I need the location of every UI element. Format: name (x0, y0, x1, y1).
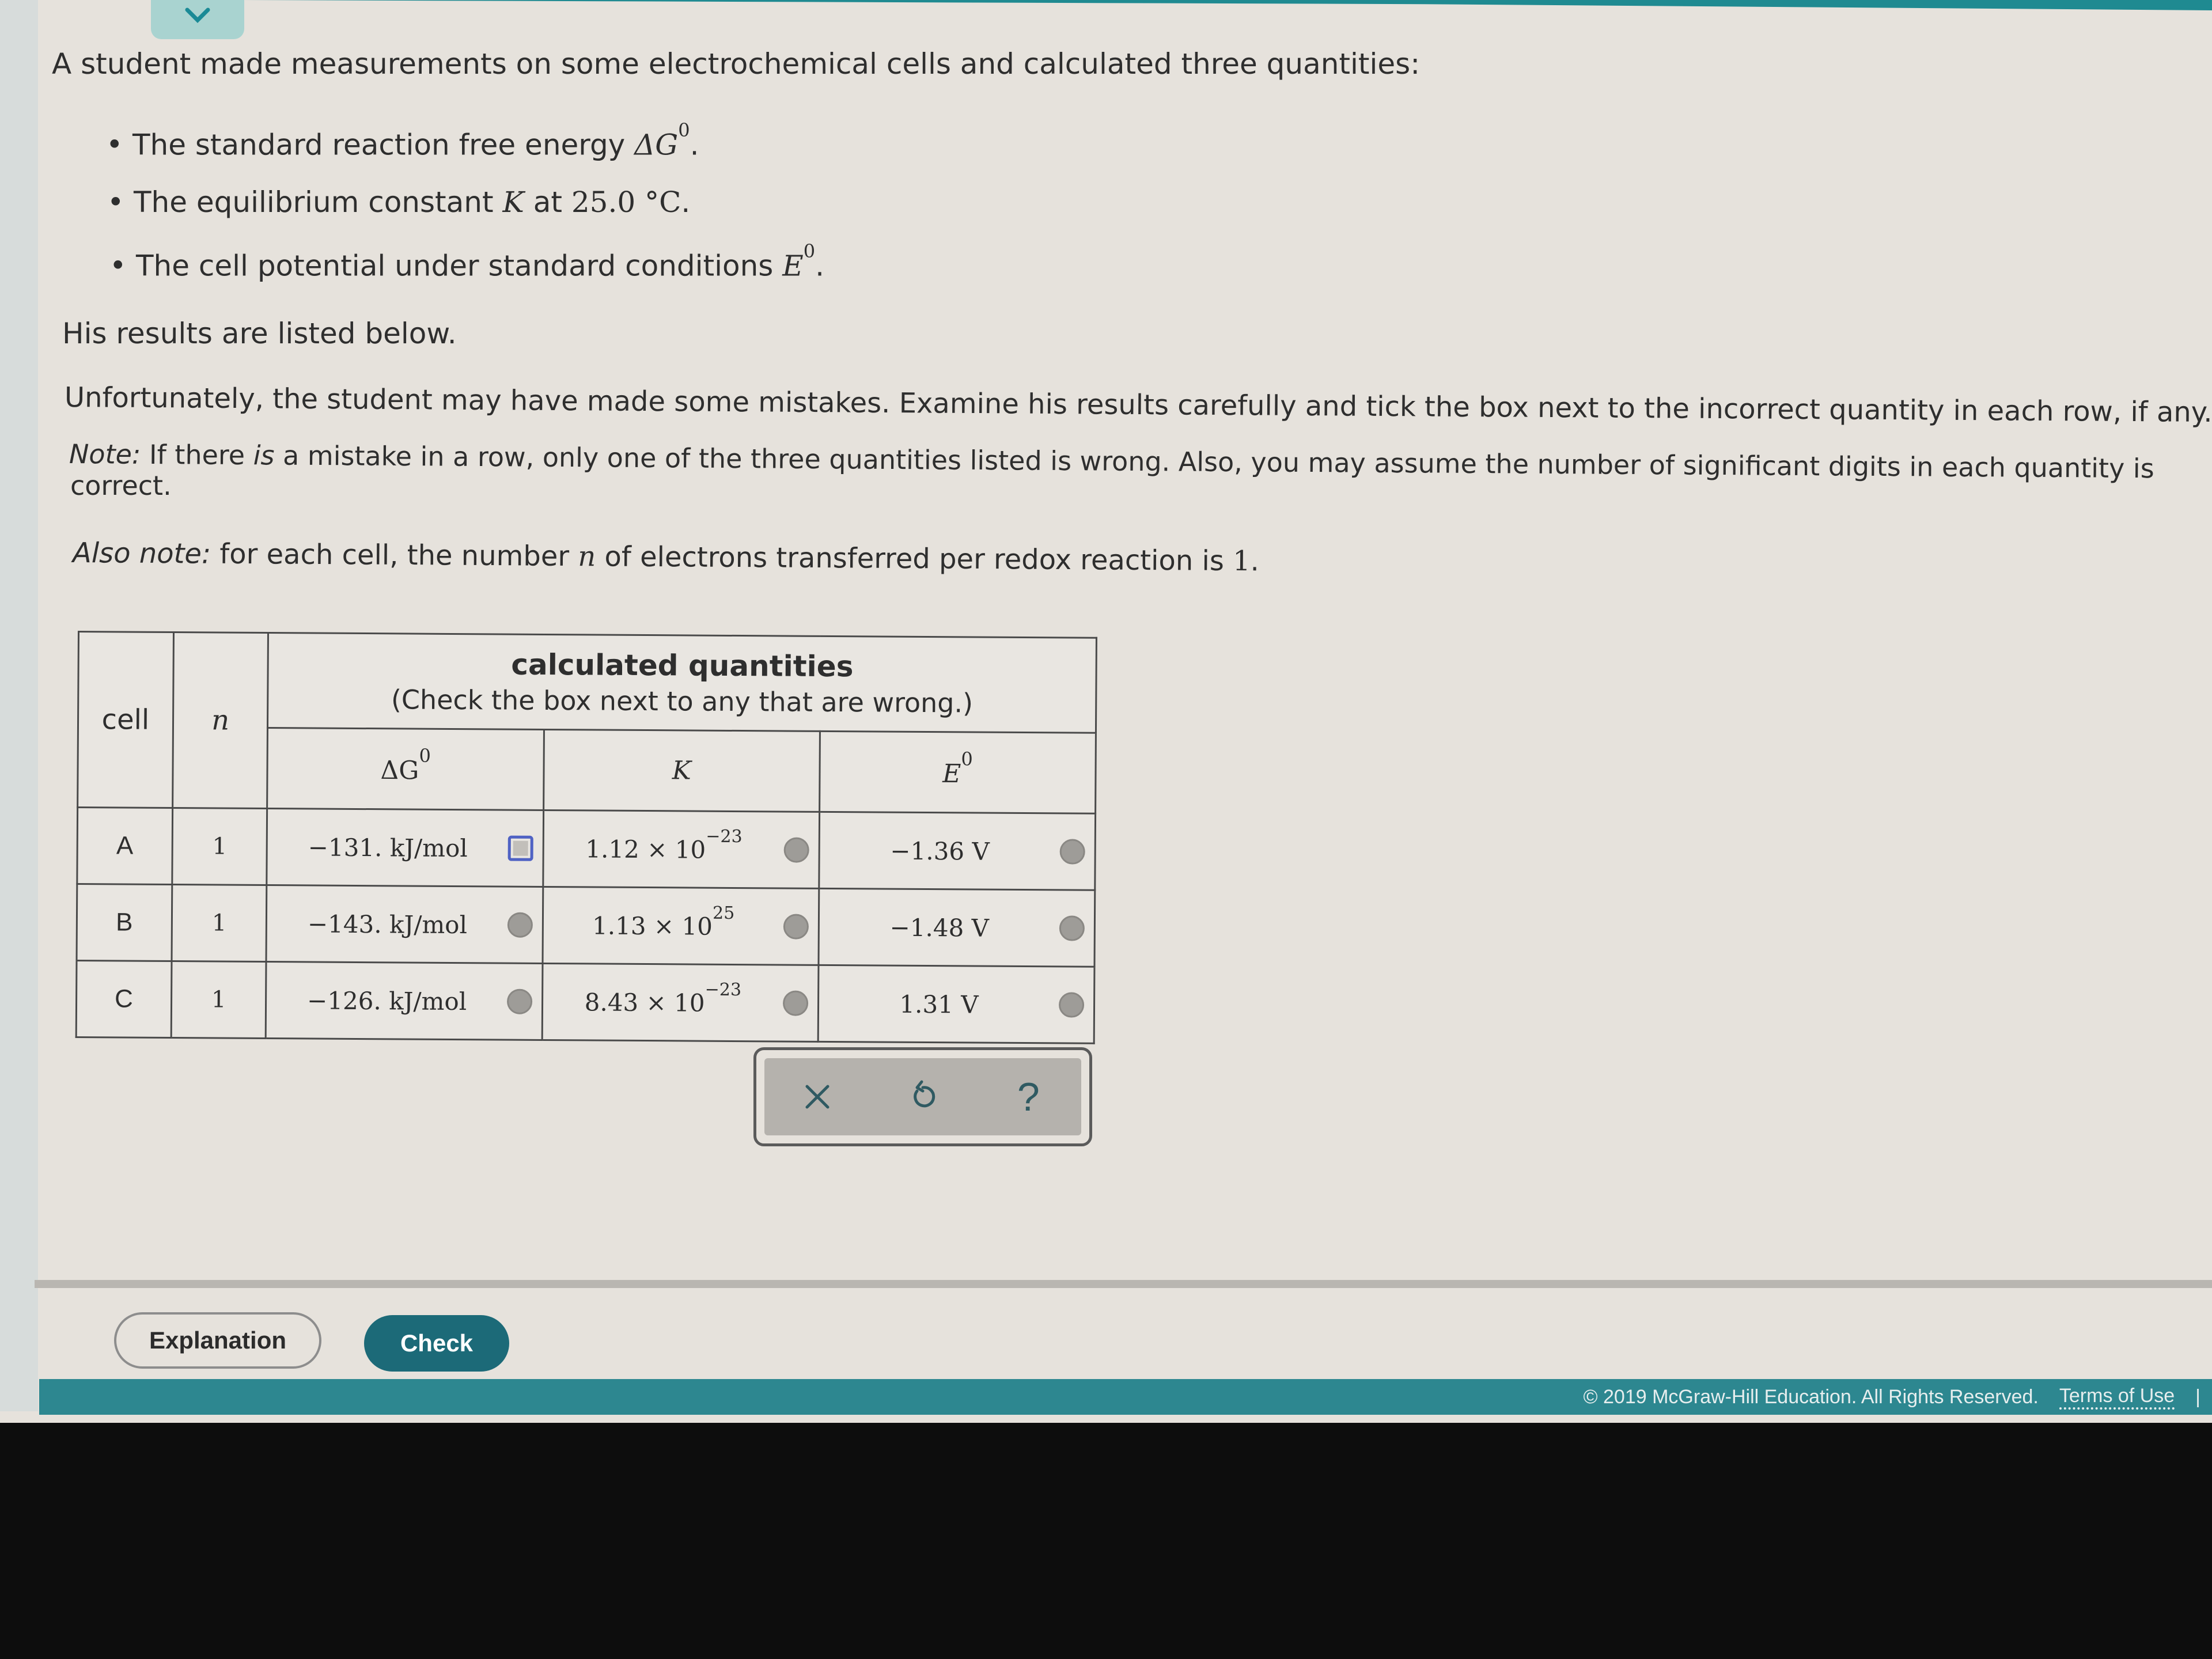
answer-toolbar: ? (753, 1047, 1092, 1146)
e-value: −1.48 V (889, 913, 990, 942)
e-checkbox[interactable] (1058, 992, 1085, 1018)
column-header-n: n (172, 632, 268, 809)
k-cell: 8.43 × 10−23 (541, 963, 819, 1042)
cell-n-value: 1 (171, 961, 267, 1039)
check-button[interactable]: Check (364, 1315, 509, 1372)
table-header-row: cell n calculated quantities (Check the … (77, 631, 1097, 809)
terms-of-use-link[interactable]: Terms of Use (2059, 1385, 2175, 1410)
undo-button[interactable] (897, 1071, 949, 1123)
delta-g-checkbox[interactable] (507, 835, 533, 861)
column-header-e: E0 (819, 731, 1096, 814)
close-icon (805, 1085, 830, 1109)
delta-g-value: −131. kJ/mol (308, 832, 468, 862)
cell-label: B (77, 884, 172, 961)
k-value: 1.13 × 1025 (592, 903, 735, 941)
column-header-k: K (543, 729, 820, 812)
note-text-continued: correct. (70, 470, 172, 501)
cell-label: A (77, 807, 173, 885)
chevron-down-icon (185, 7, 210, 23)
k-value: 8.43 × 10−23 (584, 979, 742, 1017)
explanation-button[interactable]: Explanation (114, 1312, 321, 1369)
bullet-free-energy: The standard reaction free energy ΔG0. (106, 119, 699, 163)
delta-g-cell: −126. kJ/mol (266, 961, 543, 1040)
actions-divider (35, 1280, 2212, 1288)
bullet-equilibrium-constant: The equilibrium constant K at 25.0 °C. (107, 184, 690, 221)
table-row: C 1 −126. kJ/mol 8.43 × 10−23 1.31 V (76, 960, 1094, 1044)
help-icon: ? (1017, 1074, 1040, 1119)
e-cell: 1.31 V (817, 965, 1094, 1044)
table-row: B 1 −143. kJ/mol 1.13 × 1025 −1.48 V (77, 884, 1095, 967)
also-note-text: Also note: for each cell, the number n o… (72, 537, 1260, 578)
k-checkbox[interactable] (783, 837, 809, 863)
group-subtitle: (Check the box next to any that are wron… (391, 684, 974, 719)
e-value: −1.36 V (890, 836, 990, 866)
k-cell: 1.12 × 10−23 (543, 810, 820, 889)
footer-bar: © 2019 McGraw-Hill Education. All Rights… (39, 1379, 2212, 1415)
k-cell: 1.13 × 1025 (542, 887, 819, 965)
delta-g-cell: −131. kJ/mol (267, 808, 544, 887)
bullet-cell-potential: The cell potential under standard condit… (109, 240, 824, 284)
delta-g-value: −126. kJ/mol (306, 986, 467, 1016)
undo-icon (914, 1080, 935, 1108)
instruction-text: Unfortunately, the student may have made… (64, 381, 2212, 429)
k-checkbox[interactable] (782, 990, 809, 1016)
group-title: calculated quantities (511, 647, 854, 684)
delta-g-cell: −143. kJ/mol (266, 885, 543, 964)
results-line: His results are listed below. (62, 317, 457, 350)
note-text: Note: If there is a mistake in a row, on… (69, 438, 2154, 484)
delta-g-checkbox[interactable] (506, 988, 532, 1014)
e-checkbox[interactable] (1059, 915, 1085, 941)
cell-label: C (76, 960, 172, 1038)
cell-n-value: 1 (171, 884, 267, 962)
e-cell: −1.36 V (819, 812, 1096, 891)
footer-separator: | (2195, 1385, 2200, 1408)
top-accent-bar (242, 0, 2212, 10)
k-checkbox[interactable] (783, 914, 809, 940)
intro-lead: A student made measurements on some elec… (52, 47, 1421, 81)
question-screen: A student made measurements on some elec… (0, 0, 2212, 1423)
delta-g-checkbox[interactable] (507, 912, 533, 938)
column-group-header: calculated quantities (Check the box nex… (267, 632, 1097, 733)
column-header-delta-g: ΔG0 (267, 728, 544, 810)
column-header-cell: cell (77, 631, 174, 808)
clear-button[interactable] (791, 1071, 843, 1123)
quantities-table: cell n calculated quantities (Check the … (75, 631, 1097, 1044)
delta-g-value: −143. kJ/mol (307, 909, 468, 939)
e-value: 1.31 V (899, 990, 979, 1019)
k-value: 1.12 × 10−23 (585, 826, 743, 864)
left-panel-edge (0, 0, 38, 1411)
help-button[interactable]: ? (1002, 1071, 1054, 1123)
e-checkbox[interactable] (1059, 839, 1085, 865)
copyright-text: © 2019 McGraw-Hill Education. All Rights… (1583, 1385, 2039, 1408)
table-row: A 1 −131. kJ/mol 1.12 × 10−23 −1.36 V (77, 807, 1096, 891)
e-cell: −1.48 V (818, 888, 1095, 967)
collapse-tab-button[interactable] (151, 0, 244, 39)
cell-n-value: 1 (172, 808, 268, 885)
